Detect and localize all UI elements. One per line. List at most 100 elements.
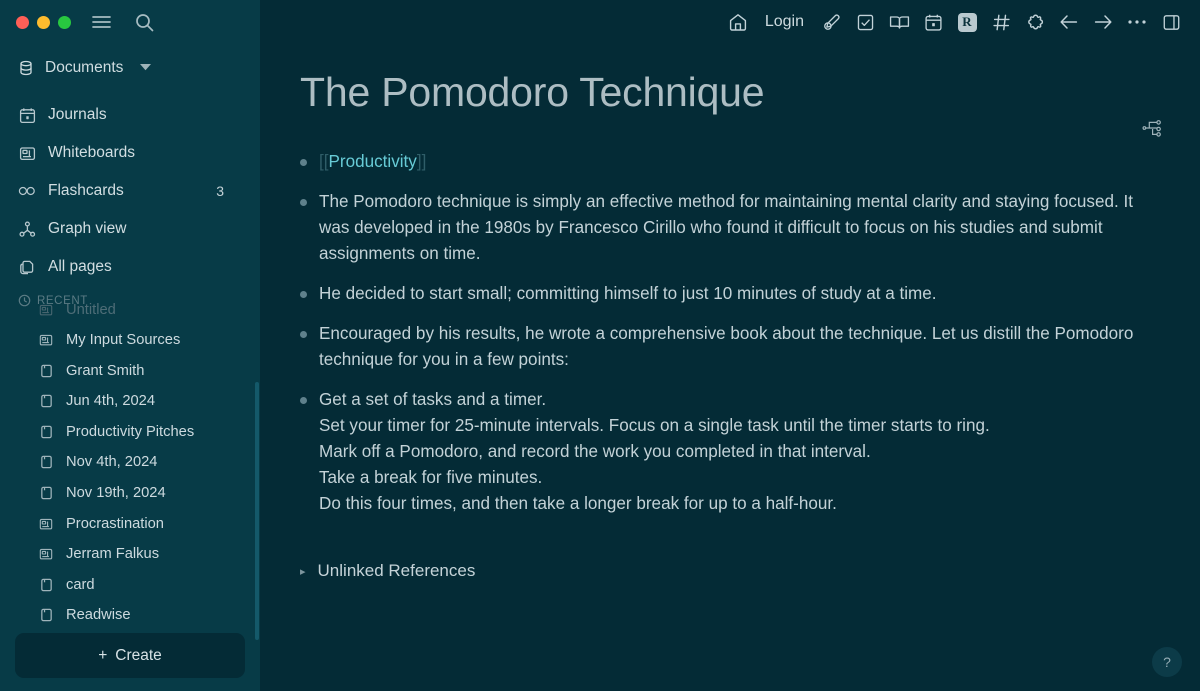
chevron-right-icon: ▸	[300, 565, 306, 578]
recent-item-label: Jerram Falkus	[66, 546, 160, 563]
recent-item-label: Procrastination	[66, 515, 164, 532]
sidebar-item-label: Graph view	[48, 220, 127, 238]
hash-icon[interactable]	[984, 5, 1018, 39]
page-icon	[38, 486, 54, 500]
window-maximize-button[interactable]	[58, 15, 71, 29]
bullet-book[interactable]: Encouraged by his results, he wrote a co…	[300, 321, 1140, 373]
recent-item-readwise[interactable]: Readwise	[0, 600, 260, 623]
bullet-steps[interactable]: Get a set of tasks and a timer. Set your…	[300, 387, 1140, 517]
sidebar-item-label: Flashcards	[48, 182, 124, 200]
recent-item-label: Productivity Pitches	[66, 423, 195, 440]
unlinked-references-toggle[interactable]: ▸ Unlinked References	[300, 561, 1200, 581]
main-content: Login R The Pomodoro Technique [[Product…	[260, 0, 1200, 691]
help-button[interactable]: ?	[1152, 647, 1182, 677]
bullet-page-link[interactable]: [[Productivity]]	[300, 149, 1140, 175]
recent-item-jun-4th-2024[interactable]: Jun 4th, 2024	[0, 386, 260, 417]
database-icon	[18, 60, 34, 76]
sidebar-item-all-pages[interactable]: All pages	[0, 248, 260, 286]
bullet-content: [[Productivity]]	[319, 149, 1140, 175]
recent-item-label: Nov 4th, 2024	[66, 454, 158, 471]
recent-item-grant-smith[interactable]: Grant Smith	[0, 355, 260, 386]
chevron-down-icon[interactable]	[140, 64, 152, 71]
app-window: Documents Journals Whiteboards Flashcard…	[0, 0, 1200, 691]
search-icon[interactable]	[135, 13, 154, 32]
edit-pencil-icon[interactable]	[814, 5, 848, 39]
sidebar-item-flashcards[interactable]: Flashcards 3	[0, 172, 260, 210]
whiteboard-icon	[18, 145, 36, 162]
sidebar-item-graph-view[interactable]: Graph view	[0, 210, 260, 248]
puzzle-plugin-icon[interactable]	[1018, 5, 1052, 39]
bullet-dot-icon	[300, 199, 307, 207]
bullet-content: He decided to start small; committing hi…	[319, 284, 937, 304]
window-minimize-button[interactable]	[37, 15, 50, 29]
recent-list: Untitled My Input Sources Grant Smith Ju…	[0, 294, 260, 623]
whiteboard-icon	[38, 517, 54, 531]
page-icon	[38, 425, 54, 439]
link-open-brackets: [[	[319, 152, 329, 172]
recent-item-label: Jun 4th, 2024	[66, 393, 156, 410]
bullet-content: Get a set of tasks and a timer. Set your…	[319, 387, 1140, 517]
page-icon	[38, 578, 54, 592]
page-reference-link[interactable]: Productivity	[329, 152, 417, 171]
bullet-dot-icon	[300, 291, 307, 299]
right-sidebar-icon[interactable]	[1154, 5, 1188, 39]
graph-selector[interactable]: Documents	[0, 51, 260, 84]
flashcards-count-badge: 3	[216, 183, 224, 200]
page-icon	[38, 608, 54, 622]
recent-item-untitled[interactable]: Untitled	[0, 294, 260, 325]
bullet-start-small[interactable]: He decided to start small; committing hi…	[300, 281, 1140, 307]
recent-item-nov-4th-2024[interactable]: Nov 4th, 2024	[0, 447, 260, 478]
page-icon	[38, 394, 54, 408]
whiteboard-icon	[38, 547, 54, 561]
page-bullets: [[Productivity]] The Pomodoro technique …	[300, 149, 1200, 517]
graph-icon	[18, 221, 36, 238]
step-line: Set your timer for 25-minute intervals. …	[319, 416, 990, 436]
recent-item-card[interactable]: card	[0, 570, 260, 601]
graph-selector-label: Documents	[45, 58, 124, 76]
hamburger-menu-icon[interactable]	[92, 15, 111, 29]
step-line: Get a set of tasks and a timer.	[319, 390, 547, 410]
sidebar-scrollbar[interactable]	[255, 382, 259, 640]
checkbox-icon[interactable]	[848, 5, 882, 39]
sidebar-item-whiteboards[interactable]: Whiteboards	[0, 134, 260, 172]
arrow-right-icon[interactable]	[1086, 5, 1120, 39]
book-icon[interactable]	[882, 5, 916, 39]
page-container: The Pomodoro Technique [[Productivity]]	[260, 69, 1200, 581]
bullet-dot-icon	[300, 331, 307, 339]
create-button[interactable]: + Create	[15, 633, 245, 678]
link-close-brackets: ]]	[416, 152, 427, 172]
bullet-content: Encouraged by his results, he wrote a co…	[319, 324, 1134, 370]
page-title: The Pomodoro Technique	[300, 69, 765, 115]
recent-item-label: Nov 19th, 2024	[66, 485, 166, 502]
home-icon[interactable]	[721, 5, 755, 39]
step-line: Take a break for five minutes.	[319, 468, 543, 488]
whiteboard-icon	[38, 333, 54, 347]
hierarchy-icon[interactable]	[1142, 118, 1162, 138]
create-area: + Create	[0, 623, 260, 691]
recent-item-my-input-sources[interactable]: My Input Sources	[0, 325, 260, 356]
sidebar-nav: Journals Whiteboards Flashcards 3 Graph …	[0, 96, 260, 286]
sidebar-item-journals[interactable]: Journals	[0, 96, 260, 134]
calendar-icon[interactable]	[916, 5, 950, 39]
more-dots-icon[interactable]	[1120, 5, 1154, 39]
recent-item-nov-19th-2024[interactable]: Nov 19th, 2024	[0, 478, 260, 509]
window-title-bar	[0, 0, 260, 44]
bullet-intro[interactable]: The Pomodoro technique is simply an effe…	[300, 189, 1140, 267]
login-button[interactable]: Login	[755, 5, 814, 39]
recent-item-jerram-falkus[interactable]: Jerram Falkus	[0, 539, 260, 570]
recent-item-procrastination[interactable]: Procrastination	[0, 508, 260, 539]
recent-item-productivity-pitches[interactable]: Productivity Pitches	[0, 417, 260, 448]
r-badge-text: R	[957, 12, 977, 32]
window-close-button[interactable]	[16, 15, 29, 29]
page-icon	[38, 455, 54, 469]
left-sidebar: Documents Journals Whiteboards Flashcard…	[0, 0, 260, 691]
unlinked-references-label: Unlinked References	[317, 561, 476, 581]
recent-item-label: Grant Smith	[66, 362, 145, 379]
recent-item-label: card	[66, 576, 95, 593]
top-toolbar: Login R	[260, 0, 1200, 44]
readwise-r-badge[interactable]: R	[950, 5, 984, 39]
arrow-left-icon[interactable]	[1052, 5, 1086, 39]
recent-item-label: Untitled	[66, 301, 116, 318]
pages-icon	[18, 259, 36, 276]
page-icon	[38, 364, 54, 378]
